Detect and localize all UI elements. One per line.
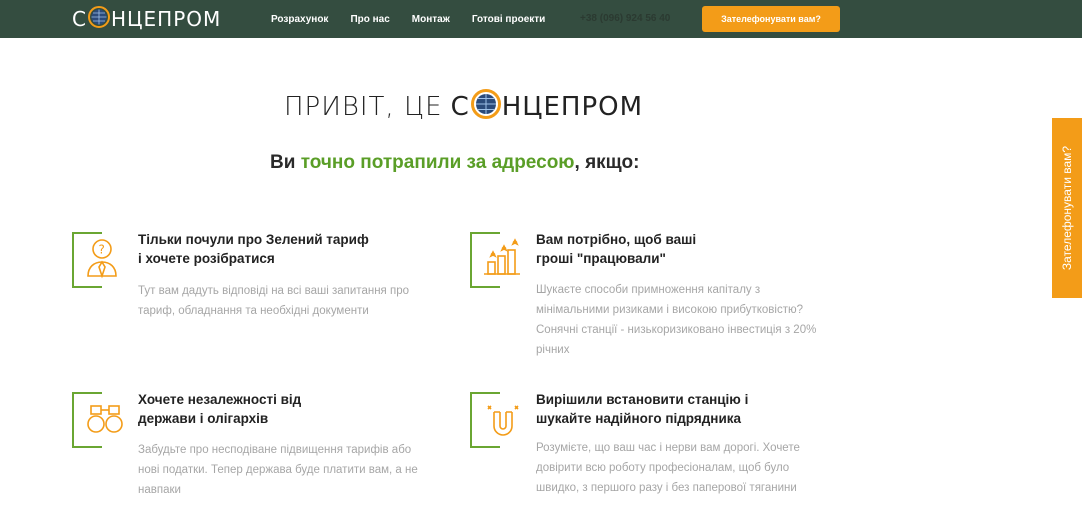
subtitle-highlight: точно потрапили за адресою xyxy=(300,152,575,173)
logo-text-start: С xyxy=(72,7,87,31)
card-title-line: держави і олігархів xyxy=(138,411,269,426)
card-title-line: Тільки почули про Зелений тариф xyxy=(138,232,369,247)
card-text-line: Сонячні станції - низькоризиковано інвес… xyxy=(536,324,817,336)
hero-brand-end: НЦЕПРОМ xyxy=(501,92,644,122)
question-person-icon: ? xyxy=(80,232,132,284)
card-text-line: швидко, з першого разу і без паперової т… xyxy=(536,482,797,494)
card-text: Тут вам дадуть відповіді на всі ваші зап… xyxy=(138,281,448,321)
hero-brand: С НЦЕПРОМ xyxy=(450,88,644,126)
svg-text:?: ? xyxy=(99,243,105,257)
magnet-icon xyxy=(478,392,530,444)
card-text-line: Тут вам дадуть відповіді на всі ваші зап… xyxy=(138,285,409,297)
card-text: Шукаєте способи примноження капіталу з м… xyxy=(536,280,846,360)
card-title-line: гроші "працювали" xyxy=(536,251,666,266)
nav-link-installation[interactable]: Монтаж xyxy=(412,14,450,25)
globe-icon xyxy=(470,88,501,126)
section-subtitle: Ви точно потрапили за адресою, якщо: xyxy=(270,152,639,174)
hero-brand-start: С xyxy=(450,92,470,122)
card-title: Тільки почули про Зелений тариф і хочете… xyxy=(138,230,369,268)
callback-button[interactable]: Зателефонувати вам? xyxy=(702,6,840,32)
card-text-line: Забудьте про несподіване підвищення тари… xyxy=(138,444,412,456)
card-title: Хочете незалежності від держави і олігар… xyxy=(138,390,301,428)
globe-icon xyxy=(87,5,110,33)
logo-text-end: НЦЕПРОМ xyxy=(110,7,222,31)
card-text-line: нові податки. Тепер держава буде платити… xyxy=(138,464,418,476)
card-title: Вам потрібно, щоб ваші гроші "працювали" xyxy=(536,230,696,268)
card-title-line: Вам потрібно, щоб ваші xyxy=(536,232,697,247)
site-logo[interactable]: С НЦЕПРОМ xyxy=(72,5,222,33)
card-text: Забудьте про несподіване підвищення тари… xyxy=(138,440,448,500)
growth-chart-icon xyxy=(478,232,530,284)
subtitle-lead: Ви xyxy=(270,152,296,173)
side-tab-label: Зателефонувати вам? xyxy=(1060,145,1075,271)
card-title-line: Вирішили встановити станцію і xyxy=(536,392,749,407)
card-text-line: навпаки xyxy=(138,484,181,496)
subtitle-tail: , якщо: xyxy=(574,152,640,173)
card-text: Розумієте, що ваш час і нерви вам дорогі… xyxy=(536,438,846,498)
card-text-line: Шукаєте способи примноження капіталу з xyxy=(536,284,761,296)
card-title-line: і хочете розібратися xyxy=(138,251,275,266)
card-text-line: мінімальними ризиками і високою прибутко… xyxy=(536,304,803,316)
hero-greeting: ПРИВІТ, ЦЕ xyxy=(284,92,443,122)
card-title-line: Хочете незалежності від xyxy=(138,392,302,407)
hero-heading: ПРИВІТ, ЦЕ С НЦЕПРОМ xyxy=(284,88,644,126)
handcuffs-icon xyxy=(80,392,132,444)
card-title-line: шукайте надійного підрядника xyxy=(536,411,742,426)
card-text-line: довірити всю роботу професіоналам, щоб б… xyxy=(536,462,790,474)
nav-link-projects[interactable]: Готові проекти xyxy=(472,14,545,25)
callback-side-tab[interactable]: Зателефонувати вам? xyxy=(1052,118,1082,298)
main-nav: Розрахунок Про нас Монтаж Готові проекти xyxy=(271,0,567,38)
card-title: Вирішили встановити станцію і шукайте на… xyxy=(536,390,748,428)
card-text-line: тариф, обладнання та необхідні документи xyxy=(138,305,369,317)
card-text-line: Розумієте, що ваш час і нерви вам дорогі… xyxy=(536,442,800,454)
phone-number[interactable]: +38 (096) 924 56 40 xyxy=(580,13,670,24)
top-bar: С НЦЕПРОМ Розрахунок Про нас Монтаж Гото… xyxy=(0,0,1082,38)
card-text-line: річних xyxy=(536,344,570,356)
nav-link-calculation[interactable]: Розрахунок xyxy=(271,14,328,25)
nav-link-about[interactable]: Про нас xyxy=(350,14,389,25)
